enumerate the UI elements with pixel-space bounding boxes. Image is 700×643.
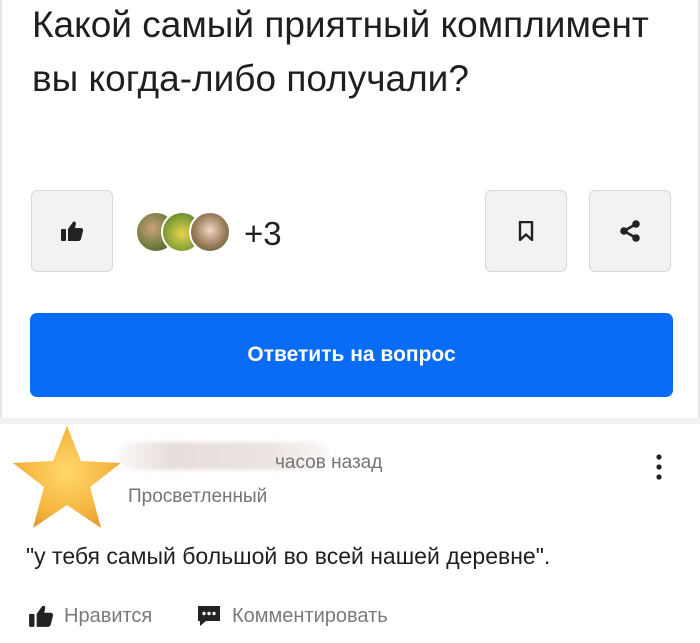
like-label: Нравится — [64, 604, 153, 627]
avatar — [189, 211, 231, 253]
answer-text: "у тебя самый большой во всей нашей дере… — [26, 543, 551, 569]
thumbs-up-icon — [29, 605, 54, 627]
share-icon — [620, 220, 640, 242]
star-avatar-icon[interactable] — [8, 422, 126, 534]
question-card: Какой самый приятный комплимент вы когда… — [0, 0, 700, 422]
bookmark-icon — [518, 221, 534, 241]
like-question-button[interactable] — [31, 190, 113, 272]
answer-question-button[interactable]: Ответить на вопрос — [30, 313, 673, 397]
answer-time: часов назад — [275, 452, 383, 473]
comment-button[interactable]: Комментировать — [196, 604, 388, 628]
like-answer-button[interactable]: Нравится — [28, 604, 152, 628]
vertical-dots-icon[interactable] — [650, 452, 668, 482]
author-rank: Просветленный — [128, 486, 268, 507]
question-title: Какой самый приятный комплимент вы когда… — [32, 4, 649, 99]
bookmark-button[interactable] — [485, 190, 567, 272]
share-button[interactable] — [589, 190, 671, 272]
thumbs-up-icon — [61, 221, 84, 241]
participant-avatars[interactable] — [135, 211, 235, 255]
comment-icon — [198, 606, 220, 626]
participants-extra-count[interactable]: +3 — [244, 212, 282, 256]
comment-label: Комментировать — [232, 604, 388, 627]
